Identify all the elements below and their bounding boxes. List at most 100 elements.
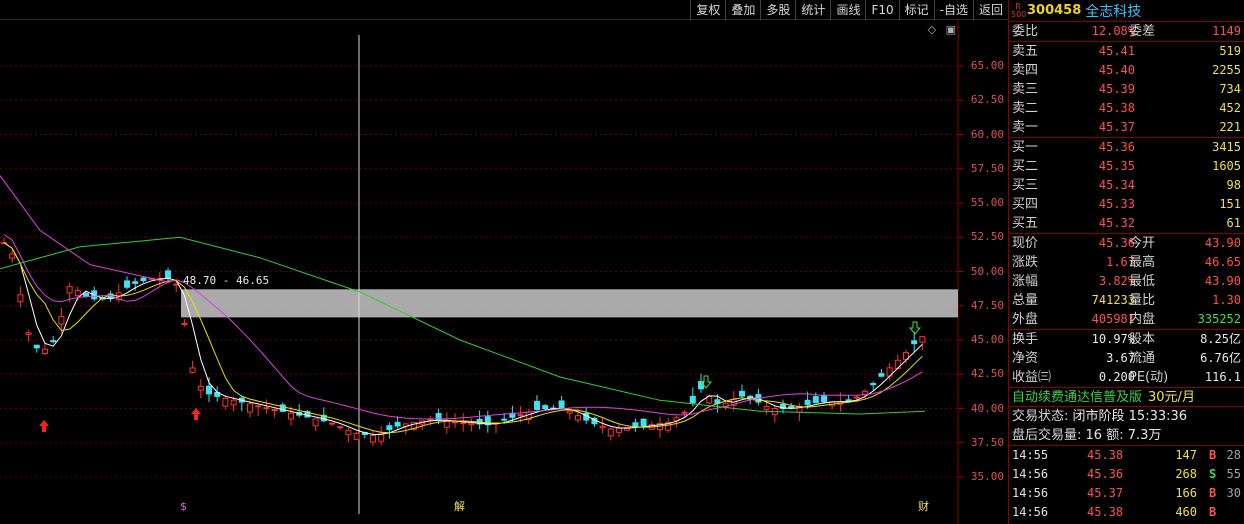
buy-arrow-icon xyxy=(191,408,201,420)
tick-time: 14:56 xyxy=(1012,486,1049,500)
toolbar-button-4[interactable]: 画线 xyxy=(830,0,865,20)
tick-qty: 147 xyxy=(1175,448,1197,462)
candle-up xyxy=(345,429,352,436)
quote-stats: 现价 45.36 今开 43.90 涨跌 1.67 最高 46.65 涨幅 3.82% 最低 43.9… xyxy=(1009,233,1244,329)
stat-label: 量比 xyxy=(1129,293,1156,308)
ask-row[interactable]: 卖五 45.41 519 xyxy=(1009,42,1244,61)
tick-time: 14:56 xyxy=(1012,505,1049,519)
candle-up xyxy=(853,396,860,399)
toolbar-button-3[interactable]: 统计 xyxy=(795,0,830,20)
toolbar-button-8[interactable]: 返回 xyxy=(972,0,1008,20)
level-label: 卖二 xyxy=(1012,101,1039,116)
toolbar-button-7[interactable]: -自选 xyxy=(933,0,973,20)
after-hours-amt: 7.3万 xyxy=(1127,428,1162,443)
tick-row: 14:56 45.37 166 B 30 xyxy=(1009,484,1244,503)
buy-arrow-icon xyxy=(39,420,49,432)
stat-label: 净资 xyxy=(1012,351,1039,366)
tick-row: 14:56 45.36 268 S 55 xyxy=(1009,465,1244,484)
level-volume: 3415 xyxy=(1212,140,1241,154)
kline-chart-canvas[interactable] xyxy=(0,20,1008,524)
toolbar-button-2[interactable]: 多股 xyxy=(760,0,795,20)
candle-up xyxy=(353,432,360,440)
ask-row[interactable]: 卖三 45.39 734 xyxy=(1009,80,1244,99)
window-icon[interactable]: ▣ xyxy=(946,23,956,36)
candle-up xyxy=(329,422,335,425)
toolbar-button-1[interactable]: 叠加 xyxy=(725,0,760,20)
price-axis-label: 57.50 xyxy=(970,161,1004,175)
ask-row[interactable]: 卖二 45.38 452 xyxy=(1009,99,1244,118)
stock-name[interactable]: 全志科技 xyxy=(1085,1,1141,21)
stat-row: 净资 3.67 流通 6.76亿 xyxy=(1009,349,1244,368)
candle-up xyxy=(337,426,344,429)
candle-down xyxy=(394,421,401,427)
stat-value: 3.67 xyxy=(1106,351,1135,365)
candle-up xyxy=(370,435,376,443)
bid-row[interactable]: 买二 45.35 1605 xyxy=(1009,157,1244,176)
level-volume: 2255 xyxy=(1212,63,1241,77)
stat-label: 涨跌 xyxy=(1012,255,1039,270)
bid-row[interactable]: 买四 45.33 151 xyxy=(1009,195,1244,214)
candle-down xyxy=(689,395,696,404)
stat-label: 外盘 xyxy=(1012,312,1039,327)
candle-up xyxy=(919,336,926,343)
candle-down xyxy=(632,422,639,428)
candle-down xyxy=(640,418,647,427)
bid-row[interactable]: 买五 45.32 61 xyxy=(1009,214,1244,233)
tick-qty: 268 xyxy=(1175,467,1197,481)
candle-up xyxy=(681,411,688,414)
candle-up xyxy=(452,421,458,424)
stat-row: 涨跌 1.67 最高 46.65 xyxy=(1009,253,1244,272)
candle-up xyxy=(74,290,81,297)
ask-row[interactable]: 卖四 45.40 2255 xyxy=(1009,61,1244,80)
marker-cai: 财 xyxy=(918,500,929,513)
candle-up xyxy=(25,332,32,335)
price-axis-label: 35.00 xyxy=(970,470,1004,483)
fundamental-stats: 换手 10.97% 股本 8.25亿 净资 3.67 流通 6.76亿 收益㈢ 0.200 PE(动… xyxy=(1009,329,1244,387)
level-price: 45.39 xyxy=(1098,82,1135,96)
toolbar-button-5[interactable]: F10 xyxy=(865,0,898,20)
price-axis-label: 62.50 xyxy=(970,93,1004,107)
stock-title: R 500 300458 全志科技 xyxy=(1009,0,1244,22)
level-label: 卖三 xyxy=(1012,82,1039,97)
candle-down xyxy=(804,399,811,405)
r-badge: R 500 xyxy=(1011,1,1027,19)
tick-qty: 166 xyxy=(1175,486,1197,500)
subscription-promo[interactable]: 自动续费通达信普及版 30元/月 xyxy=(1009,387,1244,407)
tick-list: 14:55 45.38 147 B 28 14:56 45.36 268 S 55 14:56 45.… xyxy=(1009,445,1244,522)
level-volume: 452 xyxy=(1219,101,1241,115)
level-label: 买三 xyxy=(1012,178,1039,193)
diamond-icon[interactable]: ◇ xyxy=(928,23,936,36)
sell-arrow-icon xyxy=(908,321,922,335)
after-hours-volume: 盘后交易量: 16 额: 7.3万 xyxy=(1009,426,1244,445)
price-axis-label: 55.00 xyxy=(970,196,1004,209)
quote-panel: R 500 300458 全志科技 委比 12.08% 委差 1149 卖五 45.… xyxy=(1008,0,1244,524)
candle-up xyxy=(66,286,73,294)
stat-value: 741233 xyxy=(1091,293,1135,307)
resistance-zone xyxy=(181,289,958,318)
stat-label: 现价 xyxy=(1012,236,1039,251)
bid-row[interactable]: 买一 45.36 3415 xyxy=(1009,138,1244,157)
candle-down xyxy=(50,340,57,343)
stat-label: 内盘 xyxy=(1129,312,1156,327)
level-label: 卖五 xyxy=(1012,44,1039,59)
tick-time: 14:56 xyxy=(1012,467,1049,481)
ask-row[interactable]: 卖一 45.37 221 xyxy=(1009,118,1244,137)
ask-book: 卖五 45.41 519 卖四 45.40 2255 卖三 45.39 734 卖二 45.38 45… xyxy=(1009,41,1244,137)
stat-label: PE(动) xyxy=(1129,370,1169,385)
weicha-value: 1149 xyxy=(1212,24,1241,38)
stat-row: 总量 741233 量比 1.30 xyxy=(1009,291,1244,310)
toolbar-button-6[interactable]: 标记 xyxy=(898,0,934,20)
kline-chart[interactable]: ◇ ▣ 65.00 62.50 60.00 57.50 55.00 52.50 50.00 4… xyxy=(0,20,1008,524)
toolbar-button-0[interactable]: 复权 xyxy=(690,0,725,20)
candle-up xyxy=(247,403,253,413)
tick-price: 45.38 xyxy=(1087,448,1124,462)
candle-up xyxy=(763,406,770,410)
tick-count: 28 xyxy=(1226,448,1241,462)
stat-row: 涨幅 3.82% 最低 43.90 xyxy=(1009,272,1244,291)
candle-down xyxy=(821,394,827,403)
bid-row[interactable]: 买三 45.34 98 xyxy=(1009,176,1244,195)
candle-up xyxy=(517,414,524,417)
stat-label: 总量 xyxy=(1012,293,1039,308)
stat-label: 最高 xyxy=(1129,255,1156,270)
candle-down xyxy=(83,292,89,297)
